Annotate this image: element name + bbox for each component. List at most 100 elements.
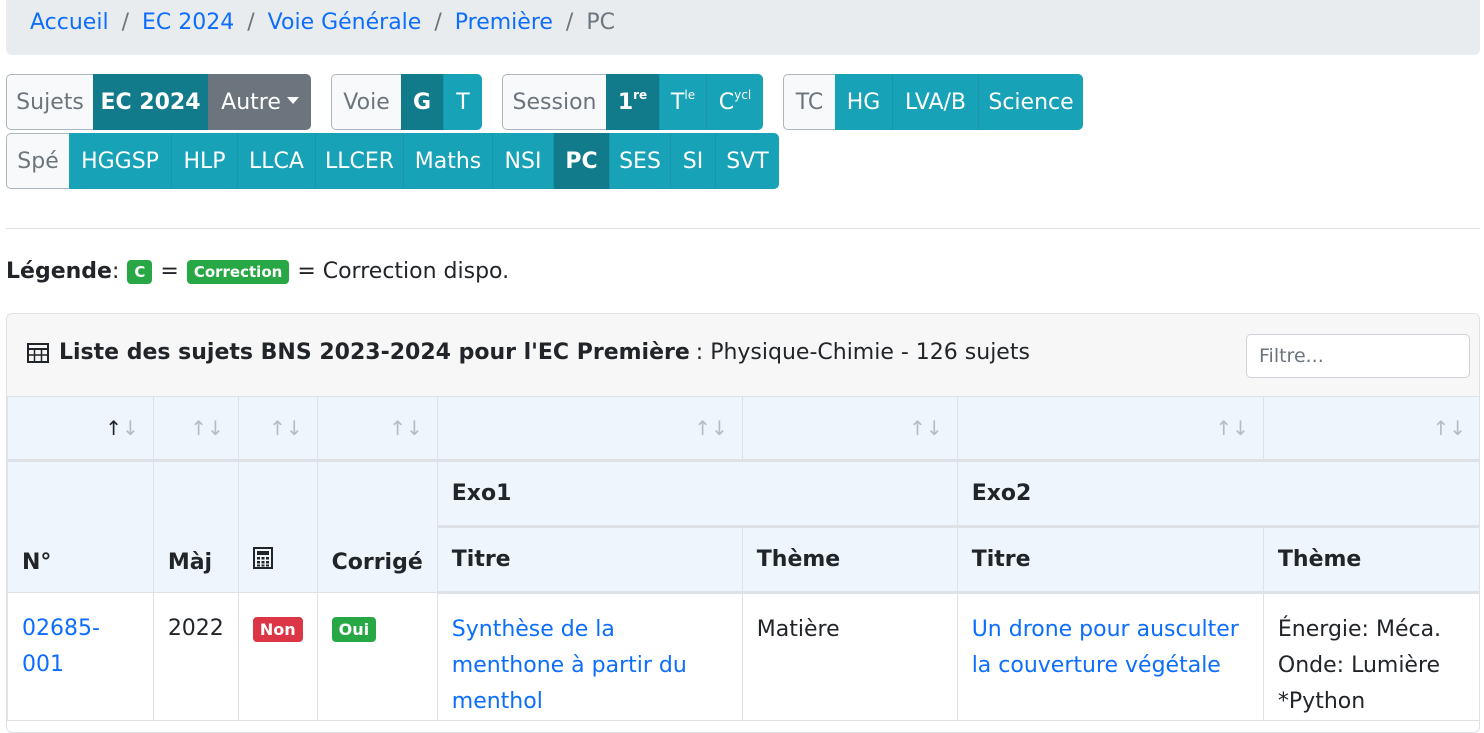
sujets-label: Sujets [6,74,93,130]
voie-t-button[interactable]: T [443,74,482,130]
header-maj: Màj [152,460,239,593]
cell-titre2: Un drone pour ausculter la couverture vé… [956,592,1264,721]
header-group-exo2: Exo2 [956,460,1479,527]
cell-theme2: Énergie: Méca. Onde: Lumière *Python [1262,592,1479,721]
sort-up-icon: ↑ [694,416,712,440]
subjects-card: Liste des sujets BNS 2023-2024 pour l'EC… [6,313,1480,733]
spe-group: Spé HGGSP HLP LLCA LLCER Maths NSI PC SE… [6,133,779,189]
legend: Légende : C = Correction = Correction di… [6,259,509,284]
calc-badge: Non [252,617,303,643]
session-group: Session 1 re Tle Cycl [502,74,763,130]
session-terminale-button[interactable]: Tle [659,74,706,130]
sort-titre2[interactable]: ↑↓ [956,396,1264,462]
breadcrumb-premiere[interactable]: Première [455,11,553,34]
sort-down-icon: ↓ [1232,416,1249,440]
sort-up-icon: ↑ [190,416,208,440]
divider [6,228,1480,229]
cell-calc: Non [237,592,318,721]
sort-corrige[interactable]: ↑↓ [316,396,438,462]
sort-calc[interactable]: ↑↓ [237,396,318,462]
spe-si-button[interactable]: SI [670,133,715,189]
legend-badge-short: C [127,259,153,284]
tc-science-button[interactable]: Science [978,74,1083,130]
filter-input[interactable] [1246,334,1470,378]
sujets-ec2024-button[interactable]: EC 2024 [93,74,208,130]
breadcrumb-ec2024[interactable]: EC 2024 [142,11,234,34]
sort-up-icon: ↑ [909,416,926,440]
card-title-rest: : Physique-Chimie - 126 sujets [695,340,1030,365]
caret-down-icon [286,96,299,104]
sort-up-icon: ↑ [269,416,286,440]
sort-down-icon: ↓ [711,416,728,440]
filter-row-1: Sujets EC 2024 Autre Voie G T Session 1r… [6,74,1103,130]
exo1-title-link[interactable]: Synthèse de la menthone à partir du ment… [452,617,687,714]
sort-down-icon: ↓ [1449,416,1466,440]
legend-equals: = [160,259,179,284]
sort-down-icon: ↓ [406,416,423,440]
session-cycle-sup: ycl [734,88,752,102]
header-calc [237,460,318,593]
spe-ses-button[interactable]: SES [609,133,670,189]
sort-row: ↑↓ ↑↓ ↑↓ ↑↓ ↑↓ ↑↓ ↑↓ ↑↓ [7,396,1479,462]
sort-up-icon: ↑ [1215,416,1233,440]
sort-titre1[interactable]: ↑↓ [436,396,743,462]
header-theme1: Thème [741,525,958,594]
card-title-bold: Liste des sujets BNS 2023-2024 pour l'EC… [59,340,690,365]
header-corrige: Corrigé [316,460,438,593]
sort-theme1[interactable]: ↑↓ [741,396,958,462]
spe-pc-button[interactable]: PC [553,133,609,189]
sort-up-icon: ↑ [1432,416,1450,440]
corrige-badge: Oui [331,617,377,643]
spe-llcer-button[interactable]: LLCER [315,133,403,189]
spe-hlp-button[interactable]: HLP [171,133,237,189]
tc-group: TC HG LVA/B Science [783,74,1083,130]
breadcrumb-separator: / [121,9,129,35]
sort-num[interactable]: ↑↓ [7,396,154,462]
session-premiere-button[interactable]: 1 re [606,74,659,130]
header-titre2: Titre [956,525,1264,594]
sort-down-icon: ↓ [207,416,224,440]
breadcrumb-current: PC [586,9,615,35]
filter-row-2: Spé HGGSP HLP LLCA LLCER Maths NSI PC SE… [6,133,799,189]
breadcrumb-voie-generale[interactable]: Voie Générale [268,11,422,34]
subject-link[interactable]: 02685-001 [22,616,100,677]
spe-nsi-button[interactable]: NSI [492,133,553,189]
sujets-autre-dropdown[interactable]: Autre [208,74,311,130]
sort-maj[interactable]: ↑↓ [152,396,239,462]
tc-lvab-button[interactable]: LVA/B [892,74,978,130]
calculator-icon [252,547,273,569]
session-cycle-base: C [718,89,735,115]
group-header-row: N° Màj Corrigé Exo1 Exo2 [7,460,1479,593]
sort-up-icon: ↑ [389,416,406,440]
theme-line: Énergie: Méca. [1277,617,1442,642]
sort-down-icon: ↓ [122,416,139,440]
voie-g-button[interactable]: G [401,74,443,130]
spe-svt-button[interactable]: SVT [715,133,779,189]
sort-theme2[interactable]: ↑↓ [1262,396,1479,462]
spe-label: Spé [6,133,69,189]
card-header: Liste des sujets BNS 2023-2024 pour l'EC… [7,314,1479,397]
breadcrumb-home[interactable]: Accueil [30,11,109,34]
header-titre1: Titre [436,525,743,594]
breadcrumb-separator: / [434,9,442,35]
session-terminale-base: T [670,89,685,115]
breadcrumb-separator: / [247,9,255,35]
legend-badge-long: Correction [186,259,290,284]
sort-down-icon: ↓ [285,416,303,440]
exo2-title-link[interactable]: Un drone pour ausculter la couverture vé… [972,617,1239,678]
spe-hggsp-button[interactable]: HGGSP [69,133,171,189]
session-label: Session [502,74,606,130]
legend-label: Légende [6,259,112,284]
sort-down-icon: ↓ [925,416,943,440]
table-icon [27,342,49,363]
session-cycle-button[interactable]: Cycl [706,74,763,130]
cell-titre1: Synthèse de la menthone à partir du ment… [436,592,743,721]
voie-group: Voie G T [331,74,482,130]
legend-colon: : [111,259,120,284]
spe-maths-button[interactable]: Maths [403,133,492,189]
card-title: Liste des sujets BNS 2023-2024 pour l'EC… [27,340,1030,365]
autre-label: Autre [221,89,281,115]
spe-llca-button[interactable]: LLCA [237,133,315,189]
tc-hg-button[interactable]: HG [835,74,892,130]
sort-up-icon: ↑ [105,416,123,440]
